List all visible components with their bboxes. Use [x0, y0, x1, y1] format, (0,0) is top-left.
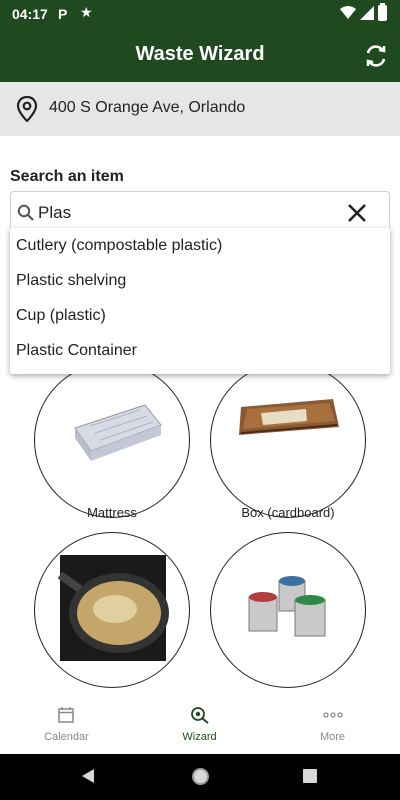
paint-cans-image: [210, 532, 366, 688]
app-title: Waste Wizard: [135, 43, 265, 65]
home-icon[interactable]: [192, 768, 209, 785]
search-box[interactable]: [10, 191, 390, 233]
search-label: Search an item: [10, 168, 124, 185]
bottom-nav: Calendar Wizard More: [0, 700, 400, 754]
location-pin-icon: [16, 96, 38, 122]
suggestion-item[interactable]: Cup (plastic): [16, 307, 106, 325]
suggestion-item[interactable]: Plastic shelving: [16, 272, 126, 290]
cast-iron-pan-image: [34, 532, 190, 688]
cardboard-box-image: [210, 362, 366, 518]
status-time: 04:17: [12, 6, 48, 22]
recents-icon[interactable]: [303, 769, 317, 783]
suggestion-item[interactable]: Cutlery (compostable plastic): [16, 237, 222, 255]
calendar-icon: [58, 707, 74, 723]
search-input[interactable]: [38, 203, 338, 223]
back-icon[interactable]: [82, 769, 94, 783]
nav-label: Wizard: [182, 731, 217, 743]
parking-notification-icon: P: [58, 6, 68, 22]
nav-more[interactable]: More: [266, 700, 399, 754]
system-navigation-bar: [0, 754, 400, 800]
app-bar: Waste Wizard: [0, 28, 400, 82]
clear-icon[interactable]: [346, 202, 368, 224]
mattress-image: [34, 362, 190, 518]
wifi-icon: [340, 6, 356, 19]
nav-calendar[interactable]: Calendar: [0, 700, 133, 754]
item-label: Mattress: [87, 505, 137, 520]
status-bar: 04:17 P ★: [0, 0, 400, 28]
address-text: 400 S Orange Ave, Orlando: [49, 99, 246, 116]
search-icon: [17, 204, 34, 221]
suggestion-item[interactable]: Plastic Container: [16, 342, 137, 360]
nav-label: More: [319, 731, 346, 743]
wizard-icon: [191, 707, 209, 724]
more-icon: [323, 712, 343, 718]
suggestion-dropdown: Cutlery (compostable plastic) Plastic sh…: [10, 228, 390, 374]
nav-wizard[interactable]: Wizard: [133, 700, 266, 754]
item-label: Box (cardboard): [241, 505, 335, 520]
star-notification-icon: ★: [80, 4, 93, 20]
signal-icon: [360, 6, 374, 20]
refresh-icon[interactable]: [362, 42, 390, 70]
address-bar[interactable]: 400 S Orange Ave, Orlando: [0, 82, 400, 136]
nav-label: Calendar: [44, 731, 89, 743]
battery-icon: [378, 3, 387, 21]
